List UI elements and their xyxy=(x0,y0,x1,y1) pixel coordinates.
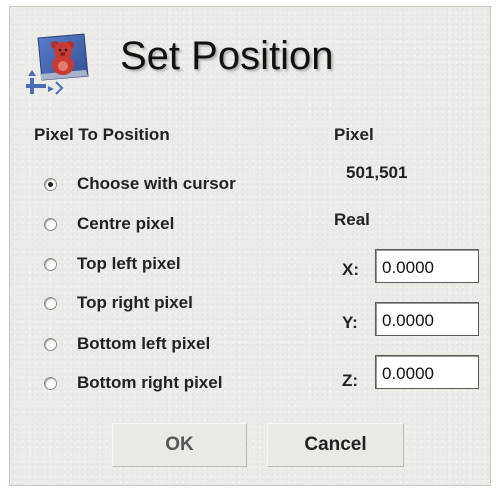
ok-button[interactable]: OK xyxy=(112,423,247,467)
radio-button[interactable] xyxy=(44,177,57,191)
x-field[interactable] xyxy=(375,249,479,283)
pixel-to-position-heading: Pixel To Position xyxy=(34,125,170,144)
y-field[interactable] xyxy=(375,302,479,336)
radio-label: Bottom right pixel xyxy=(77,373,223,392)
pixel-heading: Pixel xyxy=(334,125,374,144)
cancel-button[interactable]: Cancel xyxy=(267,423,404,467)
radio-button[interactable] xyxy=(44,296,57,310)
radio-bottom-left-pixel[interactable]: Bottom left pixel xyxy=(44,331,210,357)
real-heading: Real xyxy=(334,210,370,229)
radio-bottom-right-pixel[interactable]: Bottom right pixel xyxy=(44,370,222,396)
radio-top-right-pixel[interactable]: Top right pixel xyxy=(44,290,193,316)
radio-button[interactable] xyxy=(44,337,57,351)
y-label: Y: xyxy=(342,313,358,332)
radio-label: Bottom left pixel xyxy=(77,334,211,353)
z-field[interactable] xyxy=(375,355,479,389)
radio-label: Top left pixel xyxy=(77,254,181,273)
radio-label: Choose with cursor xyxy=(77,174,236,193)
radio-centre-pixel[interactable]: Centre pixel xyxy=(44,211,174,237)
z-label: Z: xyxy=(342,371,359,390)
radio-choose-with-cursor[interactable]: Choose with cursor xyxy=(44,171,236,197)
teddy-bear-position-icon xyxy=(26,30,92,96)
radio-label: Centre pixel xyxy=(77,214,175,233)
radio-button[interactable] xyxy=(44,257,57,271)
radio-button[interactable] xyxy=(44,376,57,390)
radio-button[interactable] xyxy=(44,217,57,231)
radio-label: Top right pixel xyxy=(77,293,193,312)
dialog-title: Set Position xyxy=(120,34,334,78)
pixel-value: 501,501 xyxy=(346,163,408,182)
radio-top-left-pixel[interactable]: Top left pixel xyxy=(44,251,181,277)
x-label: X: xyxy=(342,260,359,279)
